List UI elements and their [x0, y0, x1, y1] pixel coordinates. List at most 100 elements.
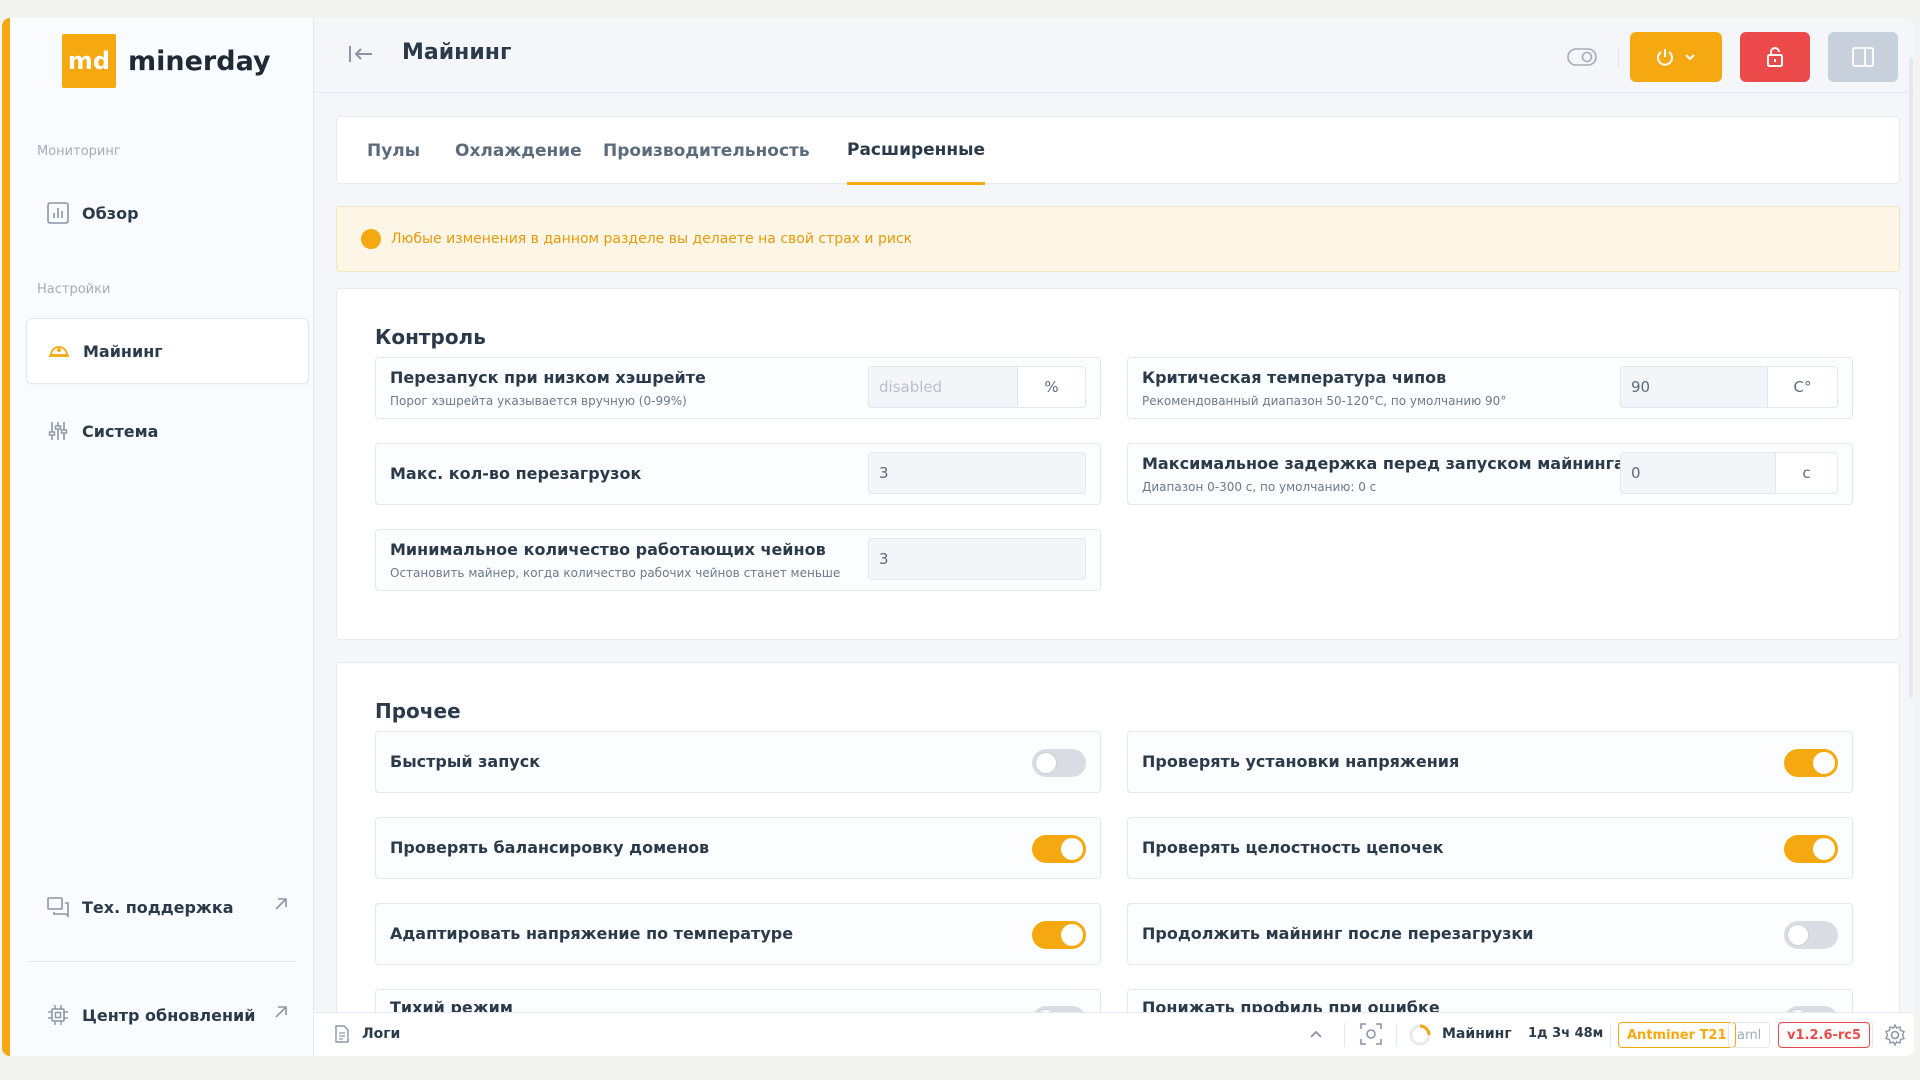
row-label: Перезапуск при низком хэшрейте — [390, 368, 706, 387]
row-label: Проверять балансировку доменов — [390, 838, 710, 857]
sidebar-item-support[interactable]: Тех. поддержка — [26, 874, 309, 940]
panel-toggle-button[interactable] — [1828, 32, 1898, 82]
row-label: Продолжить майнинг после перезагрузки — [1142, 924, 1534, 943]
row-label: Максимальное задержка перед запуском май… — [1142, 454, 1625, 473]
row-label: Быстрый запуск — [390, 752, 541, 771]
row-label: Проверять установки напряжения — [1142, 752, 1460, 771]
header: Майнинг — [314, 18, 1914, 93]
tabs-bar: Пулы Охлаждение Производительность Расши… — [336, 116, 1900, 185]
row-label: Макс. кол-во перезагрузок — [390, 464, 642, 483]
unit-label: % — [1018, 366, 1086, 408]
unlock-icon — [1767, 47, 1783, 67]
page-title: Майнинг — [402, 40, 512, 65]
section-label-settings: Настройки — [37, 282, 111, 297]
row-hint: Диапазон 0-300 с, по умолчанию: 0 с — [1142, 480, 1377, 494]
status-divider — [1610, 1023, 1611, 1047]
max-reboots-row: Макс. кол-во перезагрузок 3 — [375, 443, 1101, 505]
control-card: Контроль Перезапуск при низком хэшрейте … — [336, 288, 1900, 640]
control-title: Контроль — [375, 325, 486, 349]
header-divider — [1618, 46, 1619, 68]
tab-performance[interactable]: Производительность — [603, 117, 810, 185]
external-link-icon — [273, 896, 289, 916]
low-hashrate-input[interactable]: disabled — [868, 366, 1018, 408]
tab-pools[interactable]: Пулы — [367, 117, 420, 185]
app-window: md minerday Мониторинг Обзор Настройки М… — [2, 18, 1914, 1056]
logo-mark: md — [62, 34, 116, 88]
chevron-up-icon[interactable] — [1308, 1027, 1324, 1045]
adapt-voltage-row: Адаптировать напряжение по температуре — [375, 903, 1101, 965]
restart-low-hashrate-row: Перезапуск при низком хэшрейте Порог хэш… — [375, 357, 1101, 419]
sidebar: md minerday Мониторинг Обзор Настройки М… — [10, 18, 314, 1056]
adapt-voltage-toggle[interactable] — [1032, 921, 1086, 949]
unit-label: C° — [1768, 366, 1838, 408]
screenshot-icon[interactable] — [1360, 1023, 1382, 1049]
chart-icon — [46, 201, 70, 225]
sidebar-item-label: Майнинг — [83, 341, 163, 361]
status-divider — [1344, 1023, 1345, 1047]
lock-button[interactable] — [1740, 32, 1810, 82]
logs-label: Логи — [362, 1026, 401, 1042]
chat-icon — [46, 895, 70, 919]
warning-text: Любые изменения в данном разделе вы дела… — [391, 231, 913, 247]
theme-toggle[interactable] — [1562, 32, 1602, 82]
sidebar-item-mining[interactable]: Майнинг — [26, 318, 309, 384]
mining-state: Майнинг — [1442, 1026, 1512, 1042]
tab-advanced[interactable]: Расширенные — [847, 117, 986, 185]
logs-button[interactable]: Логи — [334, 1025, 400, 1043]
min-chains-row: Минимальное количество работающих чейнов… — [375, 529, 1101, 591]
sidebar-panel-icon — [1852, 47, 1874, 67]
tab-cooling[interactable]: Охлаждение — [455, 117, 582, 185]
row-label: Критическая температура чипов — [1142, 368, 1447, 387]
row-hint: Порог хэшрейта указывается вручную (0-99… — [390, 394, 687, 408]
gear-icon[interactable] — [1884, 1023, 1906, 1050]
sidebar-item-system[interactable]: Система — [26, 398, 309, 464]
check-chains-row: Проверять целостность цепочек — [1127, 817, 1853, 879]
section-label-monitoring: Мониторинг — [37, 144, 121, 159]
max-delay-row: Максимальное задержка перед запуском май… — [1127, 443, 1853, 505]
mining-helmet-icon — [47, 339, 71, 363]
critical-temp-row: Критическая температура чипов Рекомендов… — [1127, 357, 1853, 419]
chevron-down-icon — [1685, 54, 1695, 61]
power-icon — [1657, 49, 1673, 66]
status-divider — [1872, 1023, 1873, 1047]
sidebar-item-overview[interactable]: Обзор — [26, 180, 309, 246]
check-chains-toggle[interactable] — [1784, 835, 1838, 863]
sidebar-item-label: Центр обновлений — [82, 1005, 256, 1025]
warning-banner: Любые изменения в данном разделе вы дела… — [336, 206, 1900, 272]
max-reboots-input[interactable]: 3 — [868, 452, 1086, 494]
check-balance-row: Проверять балансировку доменов — [375, 817, 1101, 879]
collapse-sidebar-icon[interactable] — [348, 42, 374, 70]
version-badge: v1.2.6-rc5 — [1778, 1022, 1871, 1048]
status-divider — [1396, 1023, 1397, 1047]
firmware-badge: aml — [1728, 1022, 1771, 1048]
sidebar-item-label: Обзор — [82, 203, 139, 223]
sidebar-item-updates[interactable]: Центр обновлений — [26, 982, 309, 1048]
unit-label: с — [1776, 452, 1838, 494]
continue-after-reboot-row: Продолжить майнинг после перезагрузки — [1127, 903, 1853, 965]
other-card: Прочее Быстрый запуск Проверять установк… — [336, 662, 1900, 1051]
uptime: 1д 3ч 48м — [1528, 1026, 1604, 1041]
row-label: Минимальное количество работающих чейнов — [390, 540, 826, 559]
chip-icon — [46, 1003, 70, 1027]
continue-after-reboot-toggle[interactable] — [1784, 921, 1838, 949]
max-delay-input[interactable]: 0 — [1620, 452, 1776, 494]
fast-start-row: Быстрый запуск — [375, 731, 1101, 793]
fast-start-toggle[interactable] — [1032, 749, 1086, 777]
min-chains-input[interactable]: 3 — [868, 538, 1086, 580]
row-label: Проверять целостность цепочек — [1142, 838, 1444, 857]
critical-temp-input[interactable]: 90 — [1620, 366, 1768, 408]
logo-name: minerday — [128, 45, 271, 77]
document-icon — [335, 1025, 349, 1043]
check-voltage-row: Проверять установки напряжения — [1127, 731, 1853, 793]
model-badge: Antminer T21 — [1618, 1022, 1736, 1048]
row-hint: Рекомендованный диапазон 50-120°C, по ум… — [1142, 394, 1507, 408]
other-title: Прочее — [375, 699, 461, 723]
logo[interactable]: md minerday — [62, 34, 271, 88]
sidebar-item-label: Система — [82, 421, 159, 441]
warning-icon — [361, 229, 381, 249]
spinner-icon — [1408, 1023, 1432, 1051]
power-menu-button[interactable] — [1630, 32, 1722, 82]
check-balance-toggle[interactable] — [1032, 835, 1086, 863]
check-voltage-toggle[interactable] — [1784, 749, 1838, 777]
scrollbar[interactable] — [1906, 18, 1914, 1056]
